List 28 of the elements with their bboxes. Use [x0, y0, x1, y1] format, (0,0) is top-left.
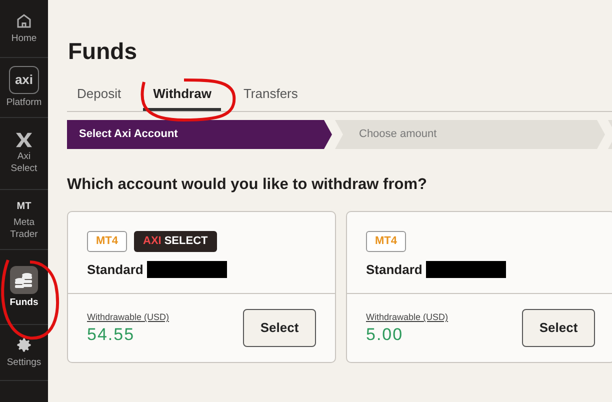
axi-select-badge: AXI SELECT: [134, 231, 217, 252]
account-type: Standard: [366, 261, 422, 279]
logo-icon: axi: [9, 66, 39, 94]
sidebar-item[interactable]: Home: [0, 0, 48, 58]
sidebar-item[interactable]: Settings: [0, 325, 48, 381]
select-button[interactable]: Select: [243, 309, 316, 347]
balance-amount: 5.00: [366, 324, 404, 345]
account-type: Standard: [87, 261, 144, 279]
x-logo-icon: [15, 132, 33, 148]
tab[interactable]: Withdraw: [143, 86, 222, 111]
sidebar-item[interactable]: Axi Select: [0, 118, 48, 190]
progress-step: Select Axi Account: [67, 120, 332, 149]
tab[interactable]: Deposit: [67, 86, 132, 111]
platform-badge: MT4: [366, 231, 406, 252]
balance-label: Withdrawable (USD): [366, 311, 448, 324]
tab[interactable]: Transfers: [233, 86, 308, 111]
balance-label: Withdrawable (USD): [87, 311, 170, 324]
balance-amount: 54.55: [87, 324, 136, 345]
platform-badge: MT4: [87, 231, 127, 252]
mt-icon: MT: [16, 198, 32, 214]
home-icon: [15, 12, 33, 30]
progress-step: Choose amount: [335, 120, 605, 149]
select-button[interactable]: Select: [522, 309, 595, 347]
coins-icon: [10, 266, 38, 294]
page-title: Funds: [68, 37, 138, 66]
settings-icon: [15, 336, 33, 354]
sidebar-item[interactable]: axi Platform: [0, 58, 48, 118]
question-heading: Which account would you like to withdraw from?: [67, 175, 428, 195]
